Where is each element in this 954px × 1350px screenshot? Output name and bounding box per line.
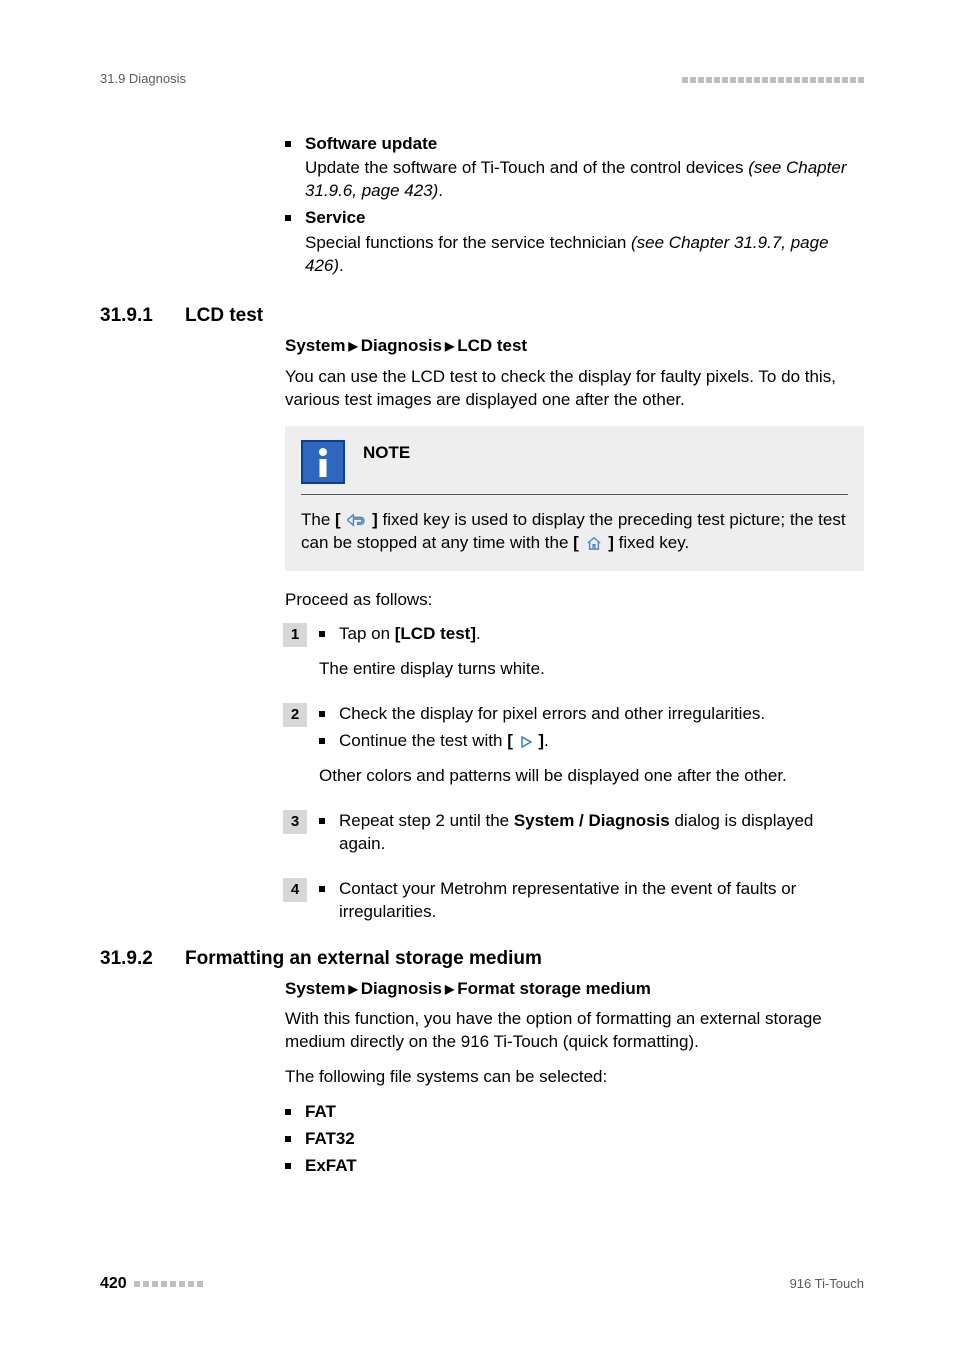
list-item: Continue the test with [ ].	[319, 730, 864, 753]
list-item: Service Special functions for the servic…	[285, 207, 864, 278]
step: 1 Tap on [LCD test]. The entire display …	[285, 623, 864, 681]
home-icon	[586, 536, 602, 550]
section-number: 31.9.2	[100, 946, 185, 972]
section-heading: 31.9.2 Formatting an external storage me…	[100, 946, 864, 972]
running-header: 31.9 Diagnosis	[100, 70, 864, 88]
step: 2 Check the display for pixel errors and…	[285, 703, 864, 788]
list-item: Tap on [LCD test].	[319, 623, 864, 646]
intro-item-title: Software update	[305, 134, 437, 153]
list-item: Check the display for pixel errors and o…	[319, 703, 864, 726]
list-item: FAT	[285, 1101, 864, 1124]
note-title: NOTE	[363, 442, 410, 465]
page-number: 420	[100, 1273, 127, 1295]
paragraph: You can use the LCD test to check the di…	[285, 366, 864, 412]
step-number: 1	[283, 623, 307, 647]
breadcrumb-separator-icon: ▶	[445, 338, 454, 354]
section-heading: 31.9.1 LCD test	[100, 303, 864, 329]
paragraph: Proceed as follows:	[285, 589, 864, 612]
note-body: The [ ] fixed key is used to display the…	[301, 509, 848, 555]
step-number: 4	[283, 878, 307, 902]
filesystem-list: FAT FAT32 ExFAT	[285, 1101, 864, 1178]
step-number: 2	[283, 703, 307, 727]
section-title: LCD test	[185, 303, 263, 329]
list-item: Repeat step 2 until the System / Diagnos…	[319, 810, 864, 856]
header-left: 31.9 Diagnosis	[100, 70, 186, 88]
list-item: ExFAT	[285, 1155, 864, 1178]
step-result: The entire display turns white.	[319, 658, 864, 681]
breadcrumb-separator-icon: ▶	[348, 981, 357, 997]
intro-item-body: Special functions for the service techni…	[305, 232, 864, 278]
info-icon	[301, 440, 345, 484]
breadcrumb-separator-icon: ▶	[348, 338, 357, 354]
page-footer: 420 916 Ti-Touch	[100, 1273, 864, 1295]
header-ornament	[680, 70, 864, 88]
list-item: Software update Update the software of T…	[285, 133, 864, 204]
intro-item-title: Service	[305, 208, 366, 227]
breadcrumb: System▶Diagnosis▶Format storage medium	[285, 978, 864, 1001]
step: 4 Contact your Metrohm representative in…	[285, 878, 864, 924]
section-number: 31.9.1	[100, 303, 185, 329]
breadcrumb: System▶Diagnosis▶LCD test	[285, 335, 864, 358]
list-item: FAT32	[285, 1128, 864, 1151]
list-item: Contact your Metrohm representative in t…	[319, 878, 864, 924]
breadcrumb-separator-icon: ▶	[445, 981, 454, 997]
paragraph: With this function, you have the option …	[285, 1008, 864, 1054]
step: 3 Repeat step 2 until the System / Diagn…	[285, 810, 864, 856]
paragraph: The following file systems can be select…	[285, 1066, 864, 1089]
note-box: NOTE The [ ] fixed key is used to displa…	[285, 426, 864, 571]
section-title: Formatting an external storage medium	[185, 946, 542, 972]
doc-title: 916 Ti-Touch	[790, 1275, 864, 1293]
intro-item-body: Update the software of Ti-Touch and of t…	[305, 157, 864, 203]
play-icon	[520, 736, 532, 748]
intro-list: Software update Update the software of T…	[285, 133, 864, 279]
step-number: 3	[283, 810, 307, 834]
back-arrow-icon	[347, 513, 365, 527]
step-result: Other colors and patterns will be displa…	[319, 765, 864, 788]
